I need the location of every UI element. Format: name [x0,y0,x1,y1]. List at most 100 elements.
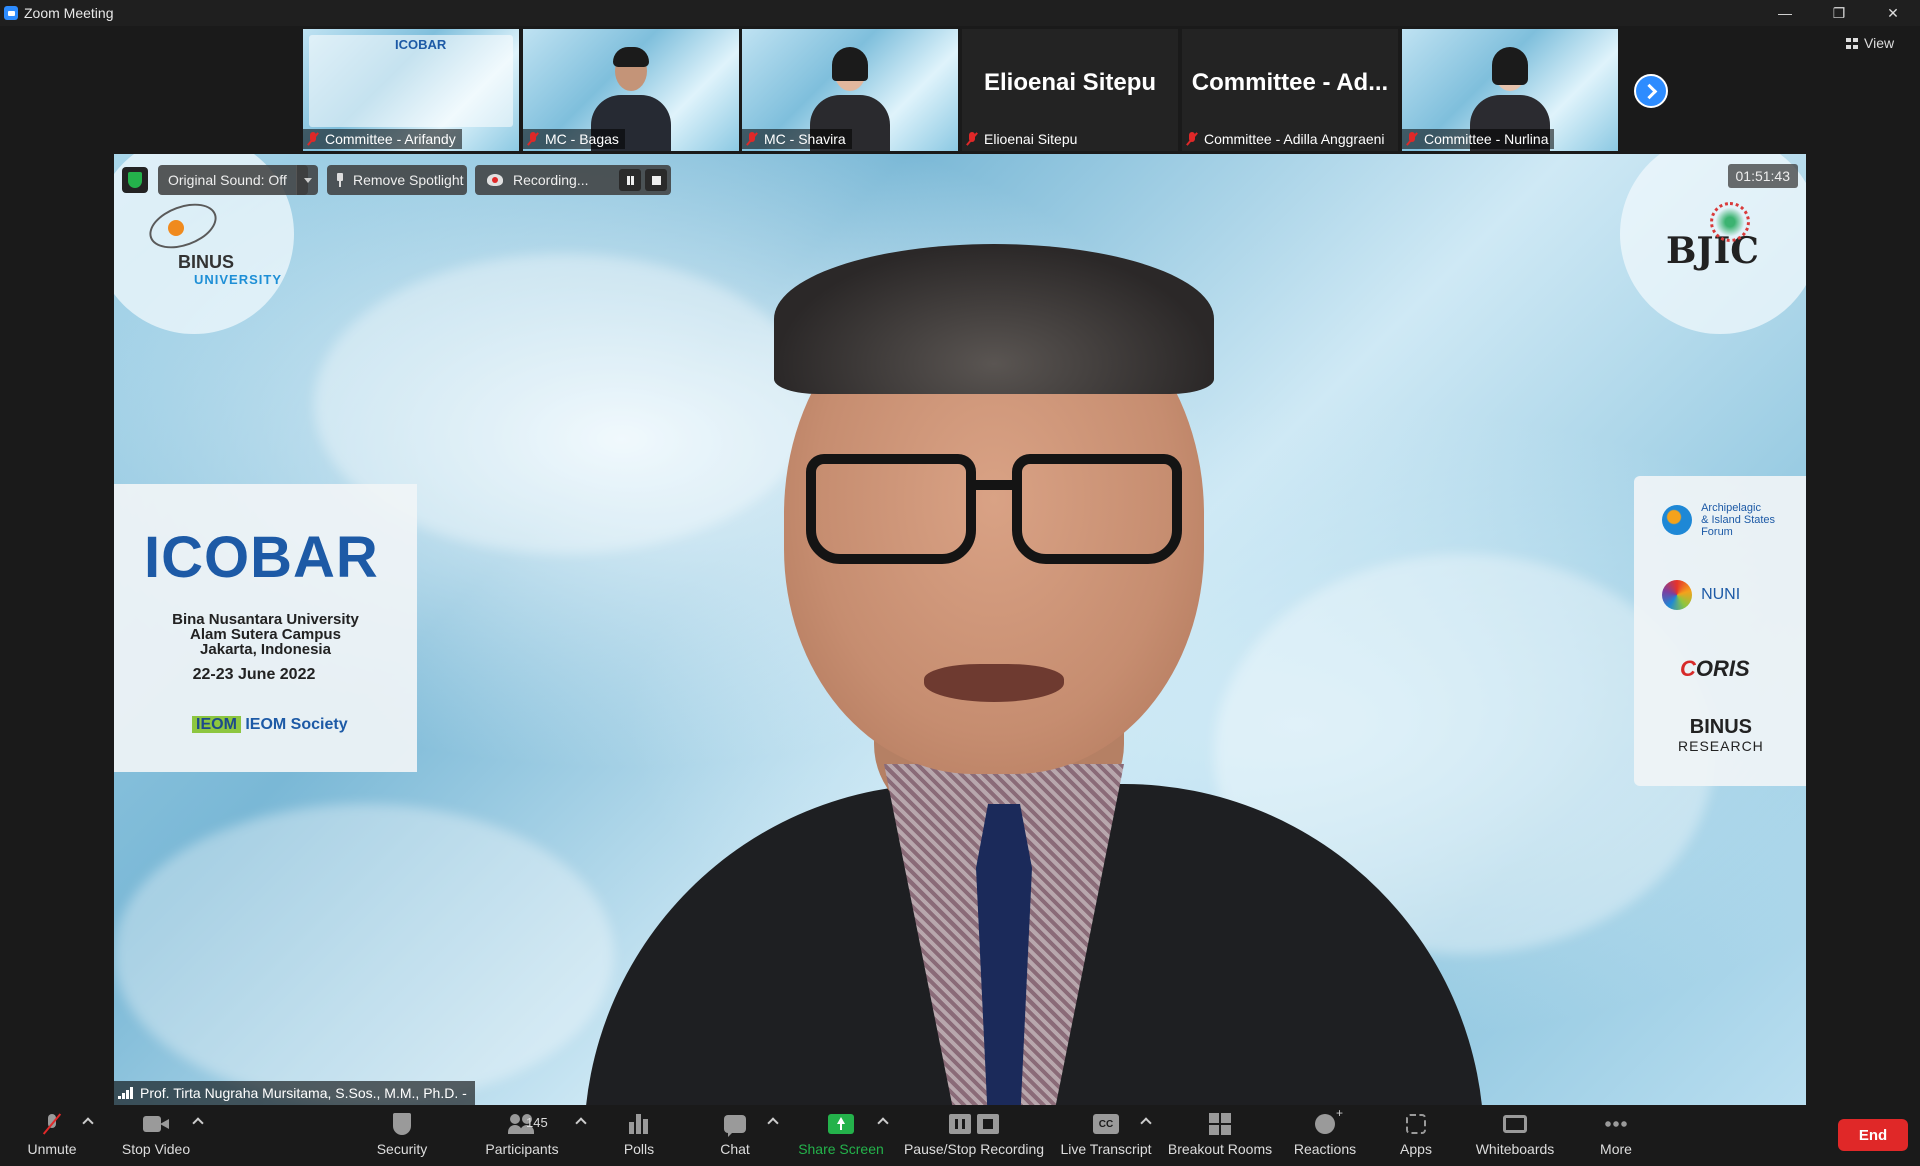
venue-line: Alam Sutera Campus [190,626,341,643]
security-label: Security [376,1141,428,1157]
shared-poster-image: ICOBAR [309,35,513,127]
icobar-title: ICOBAR [144,525,379,590]
audio-options-caret[interactable] [83,1117,93,1125]
reactions-label: Reactions [1293,1141,1357,1157]
whiteboard-icon [1503,1115,1527,1133]
recording-indicator: Recording... [475,165,671,195]
apps-icon [1406,1114,1426,1134]
coris-logo: CORIS [1680,656,1750,681]
closed-caption-icon: CC [1093,1114,1119,1134]
security-button[interactable]: Security [372,1109,432,1165]
participant-tile[interactable]: Elioenai Sitepu Elioenai Sitepu [962,29,1178,151]
gallery-next-page-button[interactable] [1634,74,1668,108]
participant-name: Committee - Nurlina [1424,131,1549,147]
zoom-app-icon [4,6,18,20]
end-meeting-button[interactable]: End [1838,1119,1908,1151]
participant-name: MC - Bagas [545,131,619,147]
live-transcript-button[interactable]: CC Live Transcript [1058,1109,1154,1165]
binus-research-logo: BINUS RESEARCH [1678,716,1764,754]
conference-date: 22-23 June 2022 [192,666,316,683]
participant-tile[interactable]: Committee - Ad... Committee - Adilla Ang… [1182,29,1398,151]
ieom-society-logo: IEOM IEOM Society [192,716,348,734]
transcript-options-caret[interactable] [1141,1117,1151,1125]
venue-line: Jakarta, Indonesia [200,641,331,658]
breakout-rooms-label: Breakout Rooms [1167,1141,1273,1157]
title-bar: Zoom Meeting — ❐ ✕ [0,0,1920,26]
participant-display-name: Committee - Ad... [1191,69,1389,96]
close-button[interactable]: ✕ [1866,0,1920,26]
participant-tile[interactable]: ICOBAR Committee - Arifandy [303,29,519,151]
participant-name: Committee - Arifandy [325,131,456,147]
unmute-label: Unmute [27,1141,77,1157]
chat-icon [724,1115,746,1137]
pause-stop-recording-label: Pause/Stop Recording [903,1141,1045,1157]
apps-button[interactable]: Apps [1394,1109,1438,1165]
stop-video-button[interactable]: Stop Video [116,1109,196,1165]
participant-nameplate: Committee - Adilla Anggraeni [1182,129,1391,149]
pause-stop-recording-button[interactable]: Pause/Stop Recording [902,1109,1046,1165]
participant-count: 145 [526,1115,548,1130]
polls-button[interactable]: Polls [614,1109,664,1165]
breakout-rooms-button[interactable]: Breakout Rooms [1166,1109,1274,1165]
participants-button[interactable]: 145 Participants [482,1109,562,1165]
share-screen-icon [828,1114,854,1134]
encryption-shield-icon[interactable] [122,167,148,193]
breakout-rooms-icon [1209,1113,1231,1135]
stop-video-label: Stop Video [121,1141,191,1157]
cloud-recording-icon [487,174,503,186]
poster-logo: ICOBAR [395,37,447,52]
partner-logos-card: Archipelagic & Island States Forum NUNI CO… [1634,476,1806,786]
gallery-strip: ICOBAR Committee - Arifandy MC - Bagas M… [0,26,1920,154]
participant-name: MC - Shavira [764,131,846,147]
unmute-button[interactable]: Unmute [22,1109,82,1165]
video-options-caret[interactable] [193,1117,203,1125]
polls-label: Polls [623,1141,655,1157]
share-options-caret[interactable] [878,1117,888,1125]
icobar-conference-card: ICOBAR Bina Nusantara University Alam Su… [114,484,417,772]
participants-label: Participants [485,1141,559,1157]
share-screen-label: Share Screen [798,1141,884,1157]
connection-signal-icon [118,1087,134,1099]
grid-view-icon [1846,37,1858,49]
meeting-toolbar: Unmute Stop Video Security 145 Participa… [0,1105,1920,1166]
participants-options-caret[interactable] [576,1117,586,1125]
chat-options-caret[interactable] [768,1117,778,1125]
speaker-name: Prof. Tirta Nugraha Mursitama, S.Sos., M… [140,1085,467,1101]
more-button[interactable]: More [1594,1109,1638,1165]
bjic-logo: BJIC [1666,202,1759,282]
pause-recording-button[interactable] [619,169,641,191]
speaker-nameplate: Prof. Tirta Nugraha Mursitama, S.Sos., M… [114,1081,475,1105]
bjic-burst-icon [1710,202,1750,242]
window-controls: — ❐ ✕ [1758,0,1920,26]
polls-icon [629,1114,649,1134]
participant-tile[interactable]: MC - Bagas [523,29,739,151]
restore-button[interactable]: ❐ [1812,0,1866,26]
active-speaker-video[interactable]: BINUS UNIVERSITY BJIC ICOBAR Bina Nusant… [114,154,1806,1105]
participant-tile[interactable]: Committee - Nurlina [1402,29,1618,151]
participant-nameplate: Committee - Nurlina [1402,129,1555,149]
more-label: More [1600,1141,1632,1157]
original-sound-dropdown[interactable] [296,165,318,195]
live-transcript-label: Live Transcript [1060,1141,1152,1157]
binus-logo-subtext: UNIVERSITY [194,272,283,287]
participant-tile[interactable]: MC - Shavira [742,29,958,151]
chat-button[interactable]: Chat [710,1109,760,1165]
speaker-figure [544,244,1524,1105]
participant-nameplate: MC - Bagas [523,129,625,149]
recording-label: Recording... [513,172,589,188]
minimize-button[interactable]: — [1758,0,1812,26]
original-sound-label: Original Sound: Off [168,172,287,188]
whiteboards-button[interactable]: Whiteboards [1472,1109,1558,1165]
shield-icon [393,1113,411,1135]
stop-recording-button[interactable] [645,169,667,191]
original-sound-button[interactable]: Original Sound: Off [158,165,308,195]
view-button[interactable]: View [1846,32,1894,54]
remove-spotlight-button[interactable]: Remove Spotlight [327,165,467,195]
share-screen-button[interactable]: Share Screen [796,1109,886,1165]
whiteboards-label: Whiteboards [1475,1141,1555,1157]
mic-muted-icon [1186,132,1198,146]
mic-muted-icon [307,132,319,146]
reactions-button[interactable]: Reactions [1290,1106,1360,1165]
bjic-logo-text: BJIC [1666,230,1759,272]
mic-muted-icon [1406,132,1418,146]
